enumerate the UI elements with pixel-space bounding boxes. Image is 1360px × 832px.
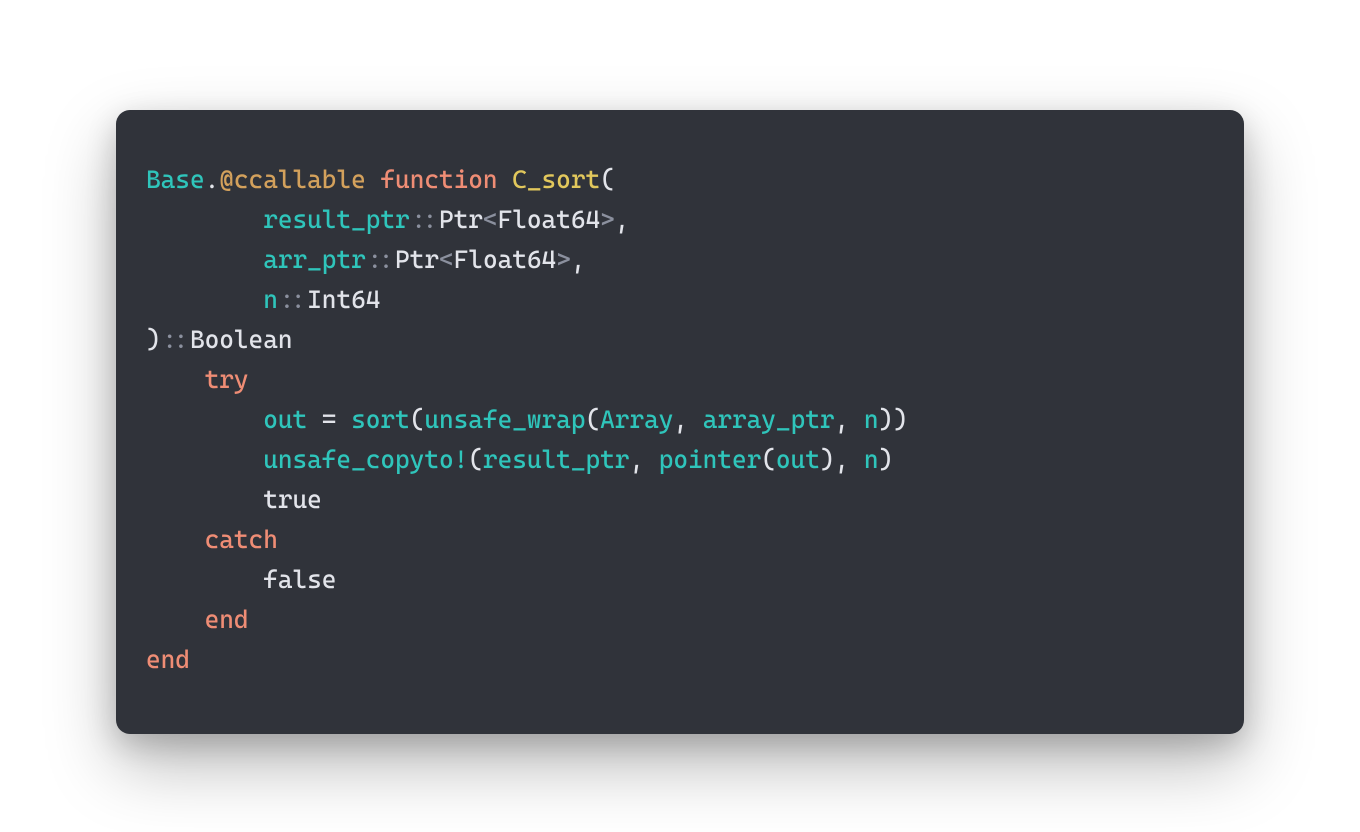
token-keyword-catch: catch [205, 525, 278, 554]
token-paren: ) [146, 325, 161, 354]
token-keyword-end: end [146, 645, 190, 674]
token-colon: :: [366, 245, 395, 274]
token-paren: )) [878, 405, 907, 434]
token-keyword-end: end [205, 605, 249, 634]
token-var: n [263, 285, 278, 314]
token-colon: :: [161, 325, 190, 354]
token-paren: ) [820, 445, 835, 474]
token-false: false [263, 565, 336, 594]
token-paren: ( [468, 445, 483, 474]
token-true: true [263, 485, 322, 514]
token-type: Float64 [454, 245, 557, 274]
token-type: Ptr [439, 205, 483, 234]
token-arg: n [864, 445, 879, 474]
token-keyword-function: function [380, 165, 497, 194]
token-type: Float64 [498, 205, 601, 234]
token-gt: > [556, 245, 571, 274]
token-type: Ptr [395, 245, 439, 274]
token-arg: n [864, 405, 879, 434]
token-macro: @ccallable [219, 165, 365, 194]
token-eq: = [307, 405, 351, 434]
token-paren: ) [878, 445, 893, 474]
token-comma: , [835, 405, 864, 434]
token-colon: :: [278, 285, 307, 314]
code-panel: Base.@ccallable function C_sort( result_… [116, 110, 1244, 734]
token-keyword-try: try [205, 365, 249, 394]
token-arg: Array [600, 405, 673, 434]
token-call: unsafe_copyto! [263, 445, 468, 474]
token-comma: , [629, 445, 658, 474]
token-var: result_ptr [263, 205, 409, 234]
token-paren: ( [585, 405, 600, 434]
token-comma: , [835, 445, 864, 474]
token-arg: result_ptr [483, 445, 629, 474]
token-colon: :: [410, 205, 439, 234]
token-dot: . [205, 165, 220, 194]
token-call: pointer [659, 445, 762, 474]
token-arg: out [776, 445, 820, 474]
code-block: Base.@ccallable function C_sort( result_… [146, 160, 1214, 680]
token-call: sort [351, 405, 410, 434]
token-call: unsafe_wrap [424, 405, 585, 434]
token-paren: ( [600, 165, 615, 194]
token-type: Boolean [190, 325, 293, 354]
token-arg: array_ptr [703, 405, 835, 434]
token-var: arr_ptr [263, 245, 366, 274]
token-paren: ( [410, 405, 425, 434]
token-comma: , [571, 245, 586, 274]
token-lt: < [439, 245, 454, 274]
token-function-name: C_sort [512, 165, 600, 194]
token-type: Int64 [307, 285, 380, 314]
token-paren: ( [761, 445, 776, 474]
token-var: out [263, 405, 307, 434]
token-module: Base [146, 165, 205, 194]
token-comma: , [673, 405, 702, 434]
token-comma: , [615, 205, 630, 234]
token-gt: > [600, 205, 615, 234]
token-lt: < [483, 205, 498, 234]
